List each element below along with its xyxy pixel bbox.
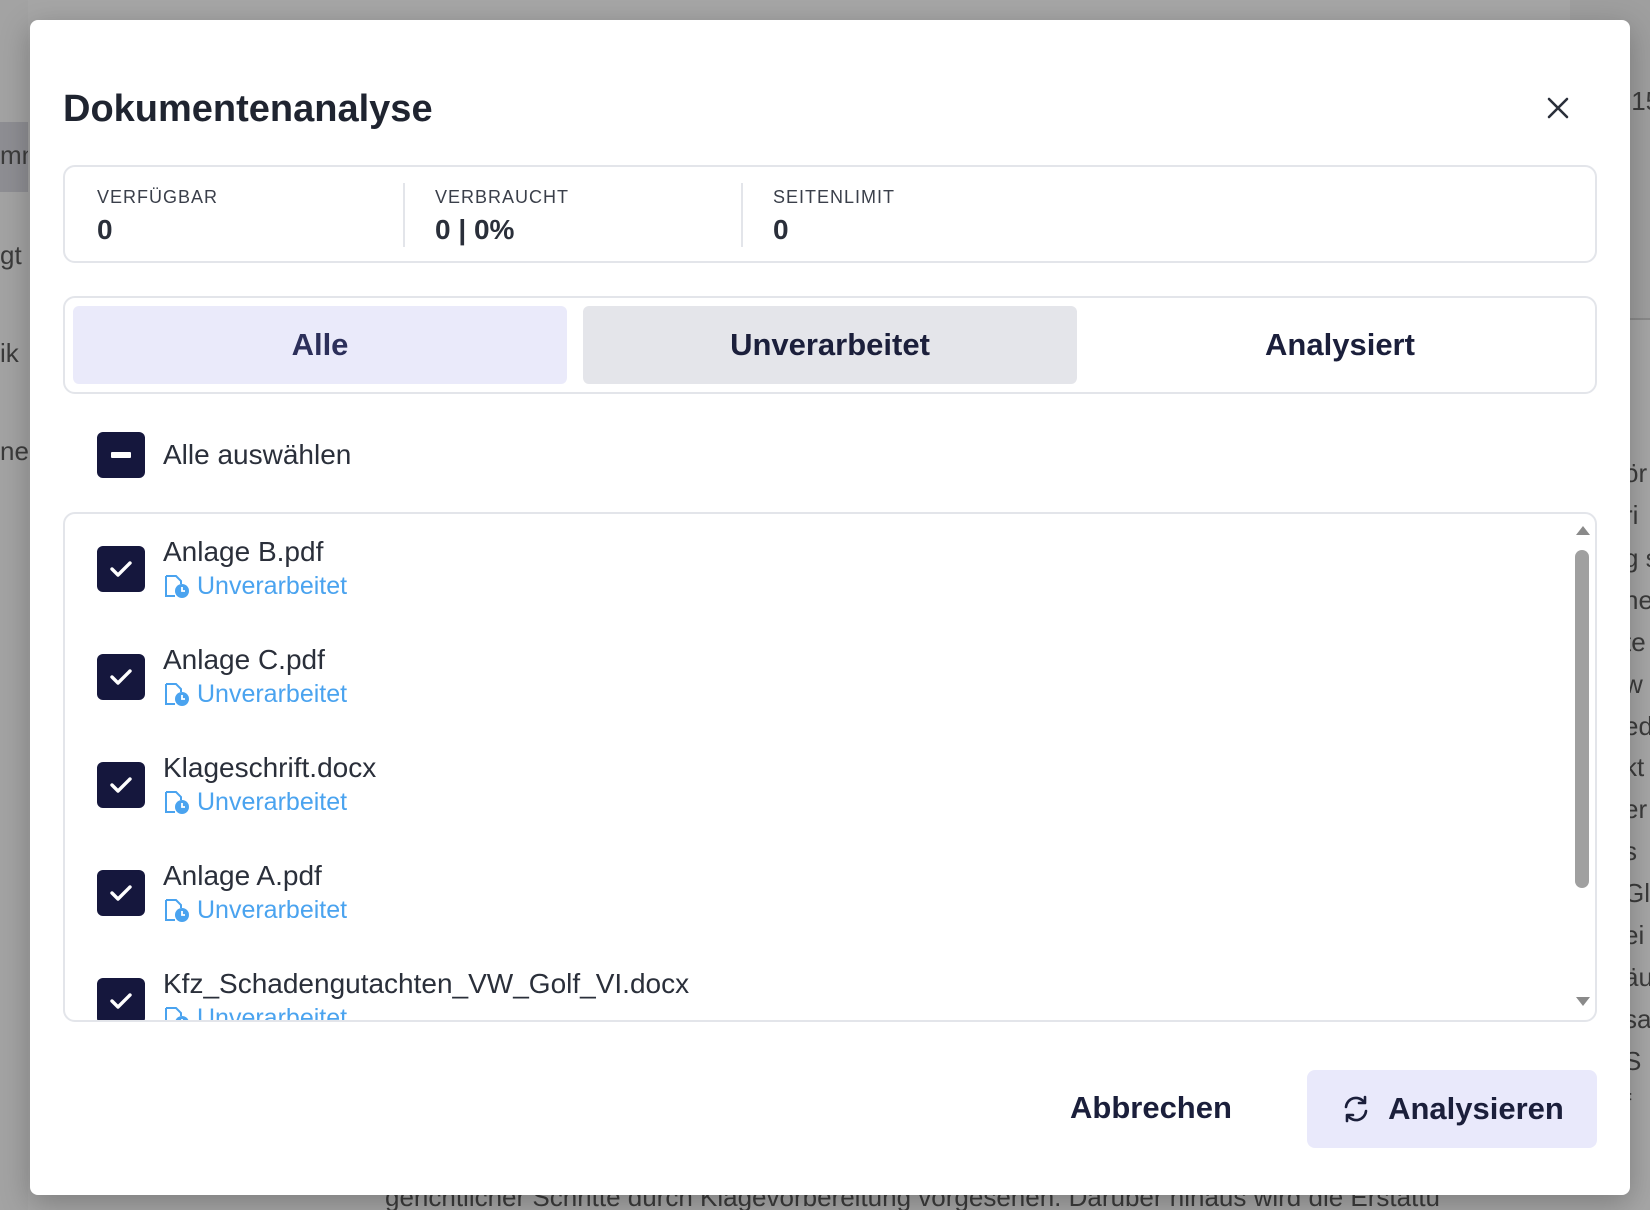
file-name: Anlage B.pdf — [163, 536, 324, 567]
file-status: Unverarbeitet — [163, 896, 347, 925]
close-button[interactable] — [1540, 90, 1576, 126]
stat-value: 0 — [773, 214, 789, 245]
file-status: Unverarbeitet — [163, 680, 347, 709]
tab-analysiert[interactable]: Analysiert — [1093, 306, 1587, 384]
refresh-icon — [1344, 1095, 1368, 1123]
file-clock-icon — [165, 790, 189, 814]
file-clock-icon — [165, 898, 189, 922]
file-name: Kfz_Schadengutachten_VW_Golf_VI.docx — [163, 968, 690, 999]
stat-label: SEITENLIMIT — [773, 187, 896, 207]
document-analysis-dialog: Dokumentenanalyse VERFÜGBAR 0 VERBRAUCHT… — [30, 20, 1630, 1195]
file-checkbox[interactable] — [97, 762, 145, 808]
dialog-title: Dokumentenanalyse — [63, 88, 433, 130]
filter-tabs: Alle Unverarbeitet Analysiert — [63, 296, 1597, 394]
list-item[interactable]: Anlage B.pdf Unverarbeitet — [97, 536, 347, 601]
indeterminate-checkbox[interactable] — [97, 432, 145, 478]
tab-alle[interactable]: Alle — [73, 306, 567, 384]
background-sidebar-item: gt — [0, 240, 22, 270]
minus-icon — [111, 452, 131, 458]
file-checkbox[interactable] — [97, 546, 145, 592]
file-status: Unverarbeitet — [163, 572, 347, 601]
file-status-label: Unverarbeitet — [197, 896, 348, 924]
file-list: Anlage B.pdf Unverarbeitet Anlage C.pdf … — [63, 512, 1597, 1022]
file-status: Unverarbeitet — [163, 1004, 689, 1022]
check-icon — [110, 777, 132, 793]
file-checkbox[interactable] — [97, 654, 145, 700]
stat-page-limit: SEITENLIMIT 0 — [741, 167, 1079, 261]
file-name: Anlage A.pdf — [163, 860, 322, 891]
scrollbar[interactable] — [1571, 520, 1593, 1014]
file-clock-icon — [165, 682, 189, 706]
background-sidebar-item: ik — [0, 338, 19, 368]
select-all-checkbox[interactable]: Alle auswählen — [97, 432, 351, 478]
scroll-thumb[interactable] — [1575, 550, 1589, 888]
list-item[interactable]: Kfz_Schadengutachten_VW_Golf_VI.docx Unv… — [97, 968, 689, 1022]
list-item[interactable]: Anlage A.pdf Unverarbeitet — [97, 860, 347, 925]
file-status-label: Unverarbeitet — [197, 680, 348, 708]
background-sidebar-item: mm — [0, 140, 28, 170]
file-clock-icon — [165, 1006, 189, 1020]
file-name: Klageschrift.docx — [163, 752, 377, 783]
tab-unverarbeitet[interactable]: Unverarbeitet — [583, 306, 1077, 384]
file-status: Unverarbeitet — [163, 788, 376, 817]
scroll-down-icon[interactable] — [1576, 997, 1590, 1006]
select-all-label: Alle auswählen — [163, 439, 352, 470]
analyze-button[interactable]: Analysieren — [1307, 1070, 1597, 1148]
file-clock-icon — [165, 574, 189, 598]
usage-stats: VERFÜGBAR 0 VERBRAUCHT 0 | 0% SEITENLIMI… — [63, 165, 1597, 263]
list-item[interactable]: Klageschrift.docx Unverarbeitet — [97, 752, 376, 817]
background-sidebar-item: ne — [0, 436, 28, 466]
file-checkbox[interactable] — [97, 870, 145, 916]
stat-value: 0 — [97, 214, 113, 245]
file-name: Anlage C.pdf — [163, 644, 325, 675]
stat-value: 0 | 0% — [435, 214, 515, 245]
check-icon — [110, 561, 132, 577]
cancel-button[interactable]: Abbrechen — [1070, 1090, 1232, 1126]
file-status-label: Unverarbeitet — [197, 1004, 348, 1022]
close-icon — [1547, 97, 1569, 119]
stat-used: VERBRAUCHT 0 | 0% — [403, 167, 741, 261]
file-status-label: Unverarbeitet — [197, 572, 348, 600]
check-icon — [110, 993, 132, 1009]
file-checkbox[interactable] — [97, 978, 145, 1020]
scroll-up-icon[interactable] — [1576, 526, 1590, 535]
check-icon — [110, 885, 132, 901]
stat-available: VERFÜGBAR 0 — [65, 167, 403, 261]
analyze-button-label: Analysieren — [1388, 1091, 1564, 1126]
list-item[interactable]: Anlage C.pdf Unverarbeitet — [97, 644, 347, 709]
stat-label: VERBRAUCHT — [435, 187, 570, 207]
file-status-label: Unverarbeitet — [197, 788, 348, 816]
stat-label: VERFÜGBAR — [97, 187, 219, 207]
check-icon — [110, 669, 132, 685]
